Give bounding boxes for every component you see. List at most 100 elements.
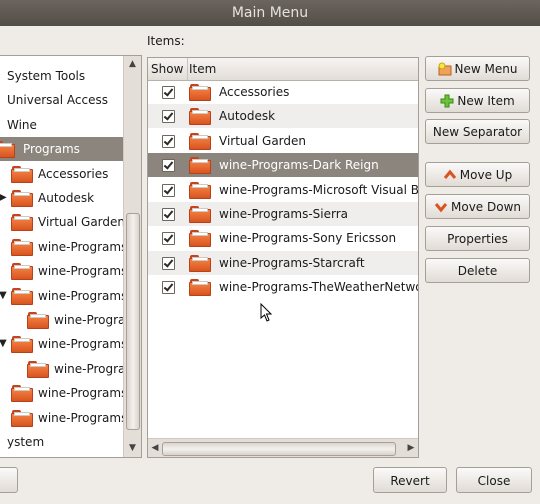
tree-item[interactable]: wine-Programs [0,357,141,381]
folder-icon [189,206,211,223]
new-separator-button[interactable]: New Separator [425,119,530,144]
list-item-label: wine-Programs-Dark Reign [219,158,379,173]
list-header: Show Item [148,58,418,81]
folder-icon [11,385,33,403]
show-checkbox[interactable] [162,159,175,173]
tree-item[interactable]: ▶ Autodesk [0,186,123,210]
move-down-button[interactable]: Move Down [425,194,530,219]
tree-item-label: wine-Programs [38,386,128,401]
new-folder-icon [438,60,452,76]
column-header-item[interactable]: Item [186,58,216,80]
arrow-down-icon [434,198,448,213]
show-checkbox[interactable] [162,281,175,295]
tree-item[interactable]: Accessories [0,162,123,186]
list-item[interactable]: wine-Programs-Sony Ericsson [148,226,418,250]
menu-tree[interactable]: System Tools Universal Access Wine Programs… [0,55,142,458]
show-checkbox[interactable] [162,232,175,246]
move-down-label: Move Down [451,200,521,214]
list-item[interactable]: wine-Programs-Sierra [148,202,418,226]
expander-expanded-icon[interactable]: ▼ [0,284,7,308]
tree-item-label: wine-Programs [38,337,128,352]
list-item[interactable]: wine-Programs-Dark Reign [148,153,418,178]
tree-item[interactable]: Programs [0,137,123,162]
tree-item[interactable]: wine-Programs [0,235,127,259]
list-item-label: wine-Programs-Sony Ericsson [219,231,397,246]
tree-item[interactable]: System Tools [0,64,123,88]
folder-icon [11,409,33,427]
delete-button[interactable]: Delete [425,258,530,283]
folder-icon [11,238,33,256]
revert-button[interactable]: Revert [373,467,447,493]
column-header-show[interactable]: Show [148,58,188,80]
folder-icon [11,263,33,281]
list-item[interactable]: wine-Programs-Microsoft Visual B [148,178,418,202]
show-checkbox[interactable] [162,86,175,99]
tree-item[interactable]: wine-Programs [0,259,127,283]
folder-icon [189,181,211,199]
tree-item[interactable]: wine-Programs [0,308,141,332]
list-scroll-thumb[interactable] [162,442,396,456]
folder-icon [189,254,211,272]
delete-label: Delete [457,264,498,278]
tree-item-label: Programs [23,142,80,157]
new-item-button[interactable]: New Item [425,88,530,113]
new-menu-button[interactable]: New Menu [425,56,530,81]
show-checkbox[interactable] [162,183,175,197]
tree-item-label: ystem [7,435,45,449]
items-list[interactable]: Show Item Accessories Autodesk Virtual Gar… [147,57,419,458]
scroll-right-icon[interactable]: ▶ [404,439,418,457]
list-item-label: wine-Programs-Starcraft [219,255,365,270]
list-item[interactable]: wine-Programs-Starcraft [148,250,418,275]
list-horizontal-scrollbar[interactable]: ◀ ▶ [148,438,418,457]
tree-scroll-thumb[interactable] [126,213,140,430]
help-button-partial[interactable] [0,467,18,493]
expander-collapsed-icon[interactable]: ▶ [0,186,7,210]
close-button[interactable]: Close [456,467,532,493]
folder-icon [27,360,49,378]
tree-item-label: Autodesk [38,191,95,205]
list-item-label: Autodesk [219,109,276,124]
move-up-button[interactable]: Move Up [425,162,530,187]
tree-item-label: Universal Access [7,93,108,108]
tree-item[interactable]: ystem [0,430,123,454]
show-checkbox[interactable] [162,256,175,270]
scroll-up-icon[interactable]: ▲ [124,56,141,72]
tree-item-label: Wine [7,117,37,132]
folder-icon [189,108,211,126]
mouse-pointer-icon [260,303,273,322]
tree-item[interactable]: Virtual Garden [0,210,125,234]
tree-item[interactable]: wine-Programs [0,406,127,430]
list-item-label: wine-Programs-TheWeatherNetwo [219,280,419,295]
show-checkbox[interactable] [162,110,175,124]
folder-icon [11,214,33,232]
tree-vertical-scrollbar[interactable]: ▲ ▼ [123,56,141,457]
expander-expanded-icon[interactable]: ▼ [0,332,7,356]
list-item-label: Virtual Garden [219,133,307,148]
tree-item-label: wine-Programs [38,264,128,279]
list-item[interactable]: Virtual Garden [148,129,418,153]
folder-icon [11,165,33,183]
list-item[interactable]: Autodesk [148,104,418,129]
folder-icon [11,190,33,207]
tree-item-label: wine-Programs [38,288,128,303]
properties-label: Properties [447,232,508,246]
list-item[interactable]: wine-Programs-TheWeatherNetwo [148,275,418,299]
folder-icon [189,157,211,175]
show-checkbox[interactable] [162,208,175,221]
tree-item[interactable]: Universal Access [0,88,123,112]
properties-button[interactable]: Properties [425,226,530,251]
tree-item[interactable]: ▼ wine-Programs [0,284,127,308]
tree-item[interactable]: ▼ wine-Programs [0,332,127,356]
new-separator-label: New Separator [432,125,523,139]
scroll-down-icon[interactable]: ▼ [124,440,141,456]
tree-item-label: wine-Programs [38,410,128,425]
new-item-label: New Item [457,94,515,108]
show-checkbox[interactable] [162,134,175,148]
folder-icon [189,230,211,248]
tree-item[interactable]: Wine [0,113,123,137]
folder-icon [0,141,15,159]
scroll-left-icon[interactable]: ◀ [148,439,162,457]
new-menu-label: New Menu [454,62,518,76]
tree-item[interactable]: wine-Programs [0,381,127,405]
list-item[interactable]: Accessories [148,80,418,104]
